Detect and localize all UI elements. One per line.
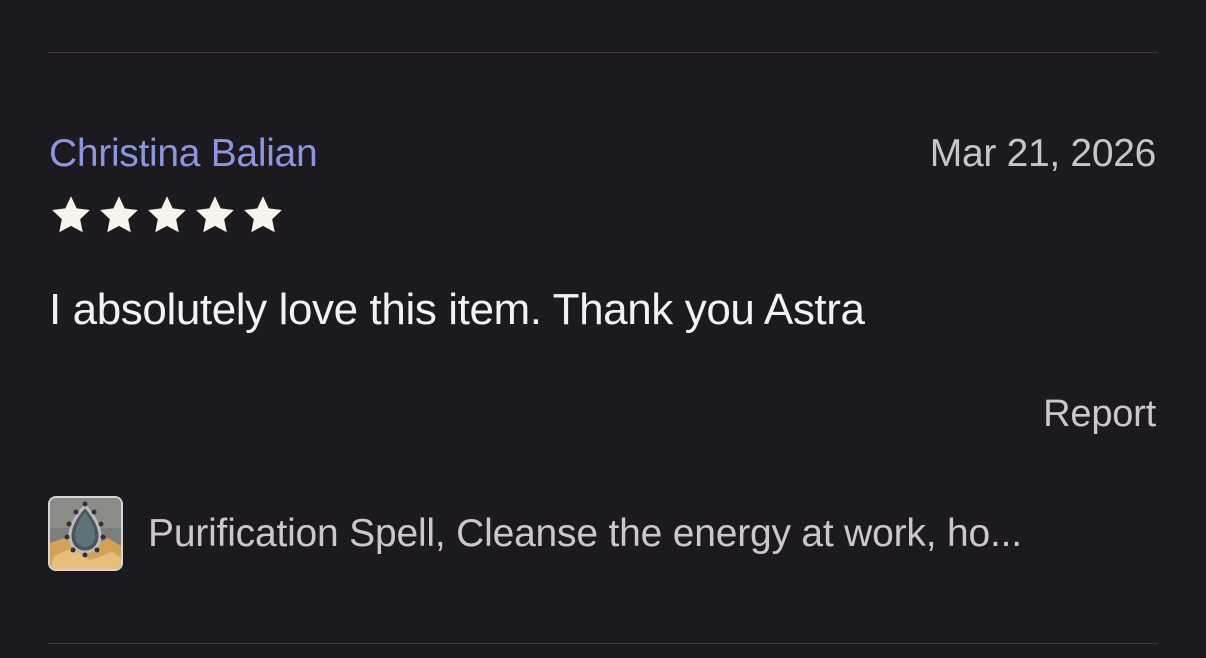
- top-divider: [48, 52, 1158, 53]
- review-text: I absolutely love this item. Thank you A…: [49, 285, 865, 334]
- bottom-divider: [48, 643, 1158, 644]
- review-author-link[interactable]: Christina Balian: [49, 131, 318, 177]
- product-title[interactable]: Purification Spell, Cleanse the energy a…: [148, 511, 1022, 557]
- star-rating: [48, 193, 286, 237]
- star-icon: [48, 193, 94, 237]
- report-button[interactable]: Report: [1043, 391, 1156, 437]
- star-icon: [240, 193, 286, 237]
- reviewed-product-link[interactable]: Purification Spell, Cleanse the energy a…: [48, 496, 1022, 571]
- star-icon: [144, 193, 190, 237]
- star-icon: [96, 193, 142, 237]
- review-date: Mar 21, 2026: [929, 132, 1157, 175]
- product-thumbnail-image[interactable]: [48, 496, 123, 571]
- star-icon: [192, 193, 238, 237]
- review-card: Christina Balian Mar 21, 2026 I absolute…: [0, 0, 1206, 658]
